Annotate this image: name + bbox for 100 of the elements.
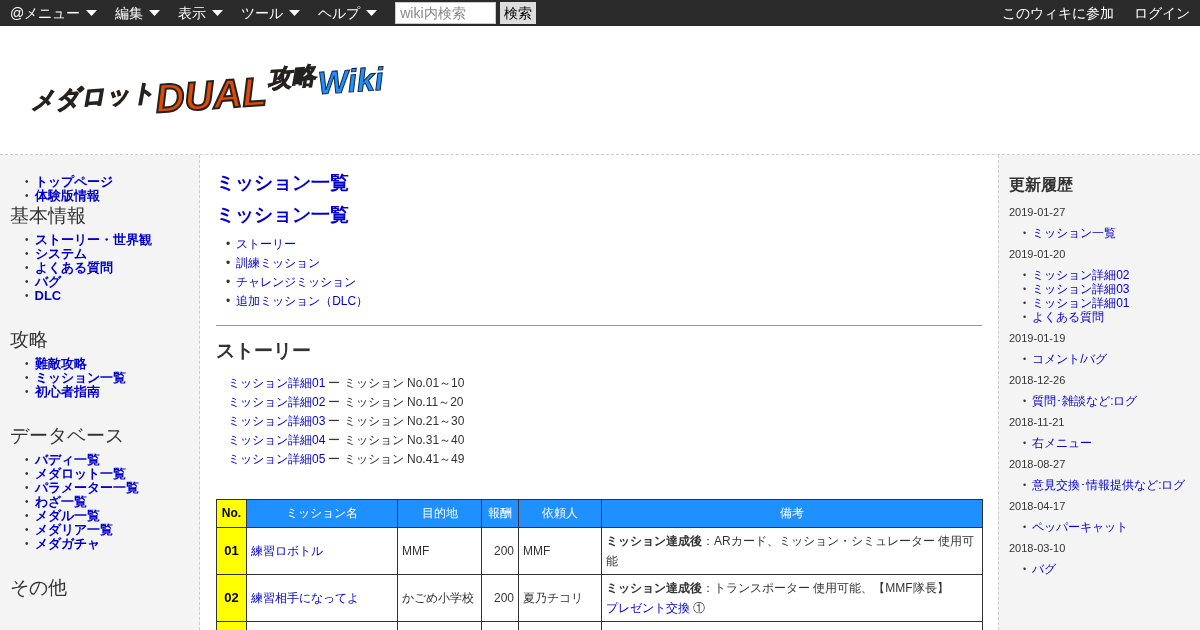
bullet-text: • <box>226 236 231 253</box>
story-link[interactable]: ミッション詳細05 <box>228 449 326 469</box>
range-text: ー ミッション No.01～10 <box>328 374 465 392</box>
search-button[interactable]: 検索 <box>500 2 537 24</box>
table-cell: 200 <box>481 574 519 621</box>
sidebar-link[interactable]: メダガチャ <box>34 537 100 551</box>
update-link[interactable]: ミッション詳細02 <box>1032 268 1130 282</box>
column-header: 目的地 <box>397 499 482 527</box>
bullet-text: • <box>25 509 29 523</box>
sidebar-link[interactable]: ストーリー・世界観 <box>34 233 152 247</box>
sidebar-link[interactable]: 難敵攻略 <box>34 357 87 371</box>
update-link[interactable]: 右メニュー <box>1032 436 1093 450</box>
menu-button[interactable]: ツール <box>241 2 301 24</box>
range-text: ー ミッション No.11～20 <box>328 393 464 411</box>
bullet-text: • <box>25 247 29 261</box>
update-link[interactable]: 意見交換･情報提供など:ログ <box>1032 478 1186 492</box>
sidebar-link[interactable]: メダル一覧 <box>34 509 100 523</box>
menu-button[interactable]: 編集 <box>115 2 161 24</box>
sidebar-link[interactable]: よくある質問 <box>34 261 113 275</box>
toc-link[interactable]: ストーリー <box>236 235 297 254</box>
note-text: ① <box>692 600 706 615</box>
page-heading: ミッション一覧 <box>216 203 350 227</box>
menu-button[interactable]: ヘルプ <box>318 2 378 24</box>
toc-link[interactable]: 訓練ミッション <box>236 254 321 273</box>
bullet-text: • <box>1023 395 1027 408</box>
bullet-text: • <box>25 523 29 537</box>
table-cell: 02 <box>216 574 247 621</box>
bullet-text: • <box>25 233 29 247</box>
bullet-text: • <box>1023 311 1027 324</box>
bullet-text: • <box>25 189 29 203</box>
bullet-text: • <box>25 371 29 385</box>
story-link[interactable]: ミッション詳細04 <box>228 430 326 450</box>
update-link[interactable]: ミッション詳細03 <box>1032 282 1130 296</box>
column-header: 備考 <box>601 499 983 527</box>
bullet-text: • <box>25 537 29 551</box>
table-cell: MMF <box>397 527 482 574</box>
menu-button[interactable]: @メニュー <box>10 2 98 24</box>
update-link[interactable]: ペッパーキャット <box>1032 520 1129 534</box>
sidebar-heading: 更新履歴 <box>1009 175 1074 195</box>
column-header: ミッション名 <box>246 499 398 527</box>
date-text: 2019-01-20 <box>1009 247 1067 261</box>
toc-link[interactable]: 追加ミッション（DLC） <box>236 292 369 311</box>
story-link[interactable]: ミッション詳細03 <box>228 411 326 431</box>
date-text: 2018-12-26 <box>1009 373 1067 387</box>
update-link[interactable]: コメント/バグ <box>1032 352 1108 366</box>
sidebar-link[interactable]: パラメーター一覧 <box>34 481 139 495</box>
sidebar-link[interactable]: 体験版情報 <box>34 189 100 203</box>
menu-button[interactable]: 表示 <box>178 2 224 24</box>
sidebar-link[interactable]: システム <box>34 247 87 261</box>
bullet-text: • <box>25 495 29 509</box>
toc-link[interactable]: チャレンジミッション <box>236 273 357 292</box>
update-link[interactable]: バグ <box>1032 562 1057 576</box>
date-text: 2019-01-27 <box>1009 205 1067 219</box>
bullet-text: • <box>25 467 29 481</box>
caret-icon <box>149 10 161 16</box>
date-text: 2018-04-17 <box>1009 499 1067 513</box>
bullet-text: • <box>25 481 29 495</box>
date-text: 2018-08-27 <box>1009 457 1067 471</box>
bullet-text: • <box>25 385 29 399</box>
caret-icon <box>366 10 378 16</box>
update-link[interactable]: ミッション一覧 <box>1032 226 1117 240</box>
bullet-text: • <box>226 293 231 310</box>
update-link[interactable]: 質問･雑談など:ログ <box>1032 394 1138 408</box>
sidebar-heading: 基本情報 <box>10 205 87 227</box>
sidebar-link[interactable]: トップページ <box>34 175 113 189</box>
sidebar-heading: 攻略 <box>10 329 49 351</box>
caret-icon <box>289 10 301 16</box>
page-title-link[interactable]: ミッション一覧 <box>216 171 982 195</box>
update-link[interactable]: よくある質問 <box>1032 310 1105 324</box>
note-link[interactable]: プレゼント交換 <box>606 600 690 615</box>
column-header: 依頼人 <box>518 499 602 527</box>
note-text: ミッション達成後：ARカード、ミッション・シミュレーター 使用可能 <box>606 533 974 568</box>
bullet-text: • <box>226 255 231 272</box>
mission-link[interactable]: 練習ロボトル <box>251 543 323 558</box>
sidebar-link[interactable]: ミッション一覧 <box>34 371 126 385</box>
sidebar-link[interactable]: バグ <box>34 275 61 289</box>
topbar-link[interactable]: ログイン <box>1134 2 1190 24</box>
bullet-text: • <box>226 274 231 291</box>
topbar-link[interactable]: このウィキに参加 <box>1002 2 1114 24</box>
sidebar-link[interactable]: わざ一覧 <box>34 495 87 509</box>
story-link[interactable]: ミッション詳細01 <box>228 373 326 393</box>
update-link[interactable]: ミッション詳細01 <box>1032 296 1130 310</box>
sidebar-link[interactable]: バディ一覧 <box>34 453 100 467</box>
bullet-text: • <box>1023 563 1027 576</box>
sidebar-link[interactable]: 初心者指南 <box>34 385 100 399</box>
table-cell: かごめ小学校 <box>397 574 482 621</box>
bullet-text: • <box>1023 521 1027 534</box>
story-link[interactable]: ミッション詳細02 <box>228 392 326 412</box>
sidebar-link[interactable]: メダロット一覧 <box>34 467 126 481</box>
range-text: ー ミッション No.41～49 <box>328 450 465 468</box>
site-logo[interactable]: メダロット DUAL 攻略 Wiki <box>20 48 394 132</box>
bullet-text: • <box>1023 353 1027 366</box>
bullet-text: • <box>1023 283 1027 296</box>
table-cell: MMF <box>518 527 602 574</box>
date-text: 2018-03-10 <box>1009 541 1067 555</box>
sidebar-link[interactable]: DLC <box>34 289 62 303</box>
caret-icon <box>212 10 224 16</box>
bullet-text: • <box>1023 269 1027 282</box>
search-field[interactable]: wiki内検索 <box>395 2 497 24</box>
sidebar-link[interactable]: メダリア一覧 <box>34 523 113 537</box>
